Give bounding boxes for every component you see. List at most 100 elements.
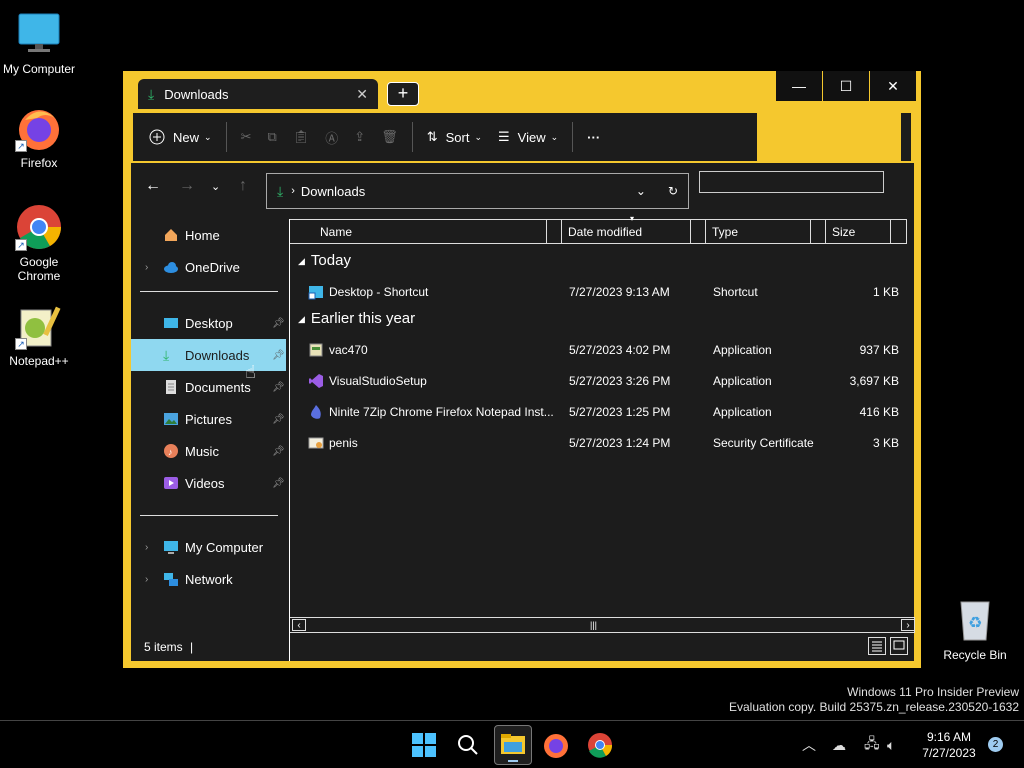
sidebar-item-documents[interactable]: Documents 📌︎ — [131, 371, 286, 403]
hand-cursor-icon: ☝ — [245, 362, 256, 382]
desktop-icon-chrome[interactable]: ↗ Google Chrome — [0, 203, 78, 283]
show-hidden-icons-chevron-icon[interactable]: ︿ — [802, 721, 816, 768]
new-label: New — [173, 129, 200, 145]
sidebar-label: Downloads — [185, 347, 250, 363]
clock[interactable]: 9:16 AM 7/27/2023 — [905, 729, 993, 761]
details-view-button[interactable] — [868, 637, 886, 655]
pin-icon[interactable]: 📌︎ — [272, 446, 285, 457]
sidebar-label: Home — [185, 227, 220, 243]
view-button[interactable]: ☰ View ⌄ — [490, 121, 566, 153]
status-bar: 5 items | — [131, 635, 914, 657]
column-divider[interactable] — [690, 220, 691, 243]
file-name: vac470 — [329, 343, 368, 357]
sidebar-item-downloads[interactable]: ⤓ Downloads 📌︎ — [131, 339, 286, 371]
expand-chevron-icon[interactable]: › — [145, 574, 148, 585]
desktop-icon-firefox[interactable]: ↗ Firefox — [0, 104, 78, 170]
rename-icon: Ⓐ — [325, 130, 339, 146]
shortcut-icon — [308, 284, 324, 300]
copy-button[interactable]: ⧉ — [259, 121, 284, 153]
desktop-icon-label: Notepad++ — [9, 354, 69, 368]
file-row[interactable]: Desktop - Shortcut 7/27/2023 9:13 AM Sho… — [290, 277, 907, 308]
horizontal-scrollbar[interactable]: ‹ ||| › — [290, 617, 915, 633]
file-explorer-taskbar-icon[interactable] — [494, 725, 532, 765]
evaluation-watermark: Windows 11 Pro Insider Preview Evaluatio… — [729, 685, 1019, 715]
file-row[interactable]: VisualStudioSetup 5/27/2023 3:26 PM Appl… — [290, 366, 907, 397]
column-header-name[interactable]: Name — [320, 225, 352, 239]
file-row[interactable]: vac470 5/27/2023 4:02 PM Application 937… — [290, 335, 907, 366]
cloud-offline-icon[interactable]: ☁ — [832, 721, 846, 768]
scrollbar-thumb[interactable]: ||| — [590, 620, 597, 630]
sidebar-item-music[interactable]: ♪ Music 📌︎ — [131, 435, 286, 467]
column-header-type[interactable]: Type — [712, 225, 738, 239]
pin-icon[interactable]: 📌︎ — [272, 414, 285, 425]
pin-icon[interactable]: 📌︎ — [272, 382, 285, 393]
pin-icon[interactable]: 📌︎ — [272, 318, 285, 329]
breadcrumb-downloads[interactable]: Downloads — [301, 184, 636, 199]
sidebar-item-videos[interactable]: Videos 📌︎ — [131, 467, 286, 499]
scroll-left-arrow-icon[interactable]: ‹ — [292, 619, 306, 631]
minimize-button[interactable]: — — [776, 71, 822, 101]
rename-button[interactable]: Ⓐ — [317, 121, 346, 153]
scroll-right-arrow-icon[interactable]: › — [901, 619, 915, 631]
delete-button[interactable]: 🗑︎ — [373, 121, 406, 153]
expand-chevron-icon[interactable]: › — [145, 262, 148, 273]
sidebar-item-desktop[interactable]: Desktop 📌︎ — [131, 307, 286, 339]
cut-button[interactable]: ✂ — [233, 121, 260, 153]
sort-button[interactable]: ⇅ Sort ⌄ — [419, 121, 490, 153]
network-status-icon[interactable]: 🖧︎ — [864, 721, 880, 768]
firefox-taskbar-icon[interactable] — [540, 729, 572, 761]
address-history-chevron-icon[interactable]: ⌄ — [636, 184, 646, 198]
file-row[interactable]: Ninite 7Zip Chrome Firefox Notepad Inst.… — [290, 397, 907, 428]
chrome-taskbar-icon[interactable] — [584, 729, 616, 761]
pin-icon[interactable]: 📌︎ — [272, 478, 285, 489]
sidebar-item-network[interactable]: › Network — [131, 563, 286, 595]
recent-locations-chevron-icon[interactable]: ⌄ — [211, 180, 220, 193]
desktop-icon-recycle-bin[interactable]: ♻ Recycle Bin — [940, 598, 1010, 662]
close-window-button[interactable]: ✕ — [870, 71, 916, 101]
new-button[interactable]: New ⌄ — [141, 121, 220, 153]
desktop-icon-my-computer[interactable]: My Computer — [0, 10, 78, 76]
address-bar[interactable]: ⤓ › Downloads ⌄ ↻ — [266, 173, 689, 209]
forward-arrow-icon[interactable]: → — [179, 177, 195, 195]
sidebar-item-pictures[interactable]: Pictures 📌︎ — [131, 403, 286, 435]
volume-icon[interactable]: 🔈︎ — [887, 721, 895, 768]
column-divider[interactable] — [890, 220, 891, 243]
up-arrow-icon[interactable]: ↑ — [239, 177, 247, 195]
column-header-row: Name Date modified ▾ Type Size — [290, 214, 907, 244]
expand-chevron-icon[interactable]: › — [145, 542, 148, 553]
column-divider[interactable] — [705, 220, 706, 243]
file-explorer-window: ⤓ Downloads ✕ + — ☐ ✕ New ⌄ ✂ ⧉ 📋︎ Ⓐ ⇪ 🗑… — [123, 71, 921, 668]
new-tab-button[interactable]: + — [387, 82, 419, 106]
recycle-bin-label: Recycle Bin — [943, 648, 1007, 662]
tiles-view-button[interactable] — [890, 637, 908, 655]
paste-button[interactable]: 📋︎ — [285, 121, 318, 153]
sidebar-item-my-computer[interactable]: › My Computer — [131, 531, 286, 563]
desktop-icon-notepadpp[interactable]: ↗ Notepad++ — [0, 302, 78, 368]
sidebar-item-onedrive[interactable]: › OneDrive — [131, 251, 286, 283]
tab-close-icon[interactable]: ✕ — [356, 86, 368, 103]
group-header-earlier-this-year[interactable]: ◢ Earlier this year — [298, 310, 415, 327]
notification-badge[interactable]: 2 — [988, 737, 1003, 752]
collapse-triangle-icon: ◢ — [298, 255, 305, 266]
more-options-button[interactable]: ··· — [579, 121, 608, 153]
back-arrow-icon[interactable]: ← — [145, 177, 161, 195]
share-button[interactable]: ⇪ — [346, 121, 373, 153]
maximize-button[interactable]: ☐ — [823, 71, 869, 101]
refresh-icon[interactable]: ↻ — [668, 184, 678, 198]
column-divider[interactable] — [810, 220, 811, 243]
group-header-today[interactable]: ◢ Today — [298, 252, 351, 269]
file-date: 5/27/2023 1:24 PM — [569, 436, 671, 450]
column-header-size[interactable]: Size — [832, 225, 855, 239]
column-divider[interactable] — [546, 220, 547, 243]
column-divider[interactable] — [561, 220, 562, 243]
start-windows-icon[interactable] — [408, 729, 440, 761]
column-divider[interactable] — [825, 220, 826, 243]
sidebar-item-home[interactable]: Home — [131, 219, 286, 251]
music-icon: ♪ — [163, 443, 179, 459]
search-icon[interactable] — [452, 729, 484, 761]
column-header-date[interactable]: Date modified — [568, 225, 642, 239]
file-row[interactable]: penis 5/27/2023 1:24 PM Security Certifi… — [290, 428, 907, 459]
search-input[interactable] — [699, 171, 884, 193]
pin-icon[interactable]: 📌︎ — [272, 350, 285, 361]
tab-downloads[interactable]: ⤓ Downloads ✕ — [138, 79, 378, 109]
